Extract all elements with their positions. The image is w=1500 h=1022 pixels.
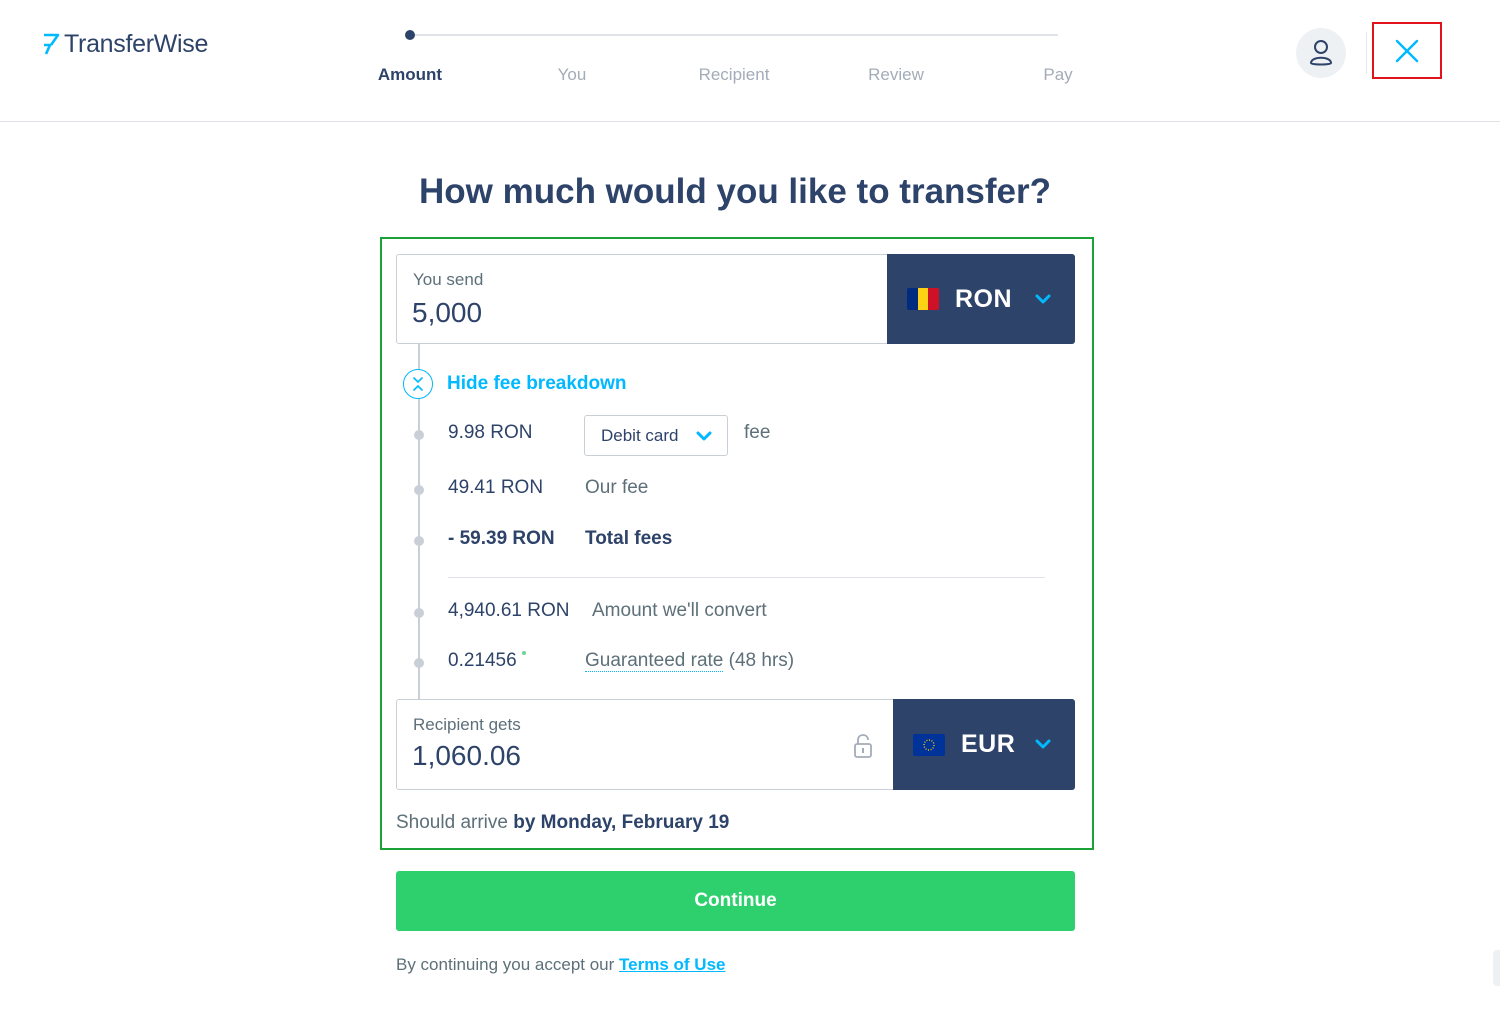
send-currency-code: RON xyxy=(955,284,1013,313)
transferwise-flag-icon xyxy=(44,33,60,55)
step-pay: Pay xyxy=(1043,65,1073,84)
payment-method-select[interactable]: Debit card xyxy=(584,415,728,456)
payment-fee-label: fee xyxy=(744,422,771,443)
profile-button[interactable] xyxy=(1296,28,1346,78)
user-icon xyxy=(1309,40,1333,66)
terms-notice: By continuing you accept our Terms of Us… xyxy=(396,955,725,975)
progress-track xyxy=(410,34,1058,36)
hide-fee-label: Hide fee breakdown xyxy=(447,373,627,394)
collapse-icon xyxy=(403,369,433,399)
terms-prefix: By continuing you accept our xyxy=(396,955,620,974)
guaranteed-rate-duration: (48 hrs) xyxy=(723,650,795,671)
progress-current-dot xyxy=(405,30,415,40)
continue-button[interactable]: Continue xyxy=(396,871,1075,931)
our-fee-label: Our fee xyxy=(585,477,649,498)
convert-amount: 4,940.61 RON xyxy=(448,600,570,621)
arrival-estimate: Should arrive by Monday, February 19 xyxy=(396,812,729,834)
timeline-dot xyxy=(414,485,424,495)
eu-flag-icon xyxy=(913,733,945,756)
exchange-rate: 0.21456 xyxy=(448,650,517,671)
timeline-dot xyxy=(414,608,424,618)
rate-live-indicator xyxy=(522,651,526,655)
page-title: How much would you like to transfer? xyxy=(419,172,1051,211)
receive-currency-select[interactable]: EUR xyxy=(893,699,1075,790)
send-amount-input[interactable]: 5,000 xyxy=(412,297,482,329)
step-recipient: Recipient xyxy=(698,65,770,84)
chevron-down-icon xyxy=(1035,294,1051,304)
send-currency-select[interactable]: RON xyxy=(887,254,1075,344)
chevron-down-icon xyxy=(696,431,712,441)
guaranteed-rate-text: Guaranteed rate (48 hrs) xyxy=(585,650,794,672)
our-fee-amount: 49.41 RON xyxy=(448,477,544,498)
send-label: You send xyxy=(413,270,484,289)
close-icon xyxy=(1395,39,1419,62)
receive-amount-box[interactable]: Recipient gets 1,060.06 EUR xyxy=(396,699,1075,790)
arrival-prefix: Should arrive xyxy=(396,812,514,833)
brand-name: TransferWise xyxy=(64,30,209,58)
close-button[interactable] xyxy=(1372,22,1442,79)
total-fees-label: Total fees xyxy=(585,528,673,549)
fee-separator xyxy=(448,577,1045,578)
transferwise-logo[interactable]: TransferWise xyxy=(42,30,208,59)
header-divider xyxy=(1366,32,1367,74)
guaranteed-rate-link[interactable]: Guaranteed rate xyxy=(585,650,724,672)
timeline-dot xyxy=(414,658,424,668)
chevron-down-icon xyxy=(1035,739,1051,749)
romania-flag-icon xyxy=(907,288,939,310)
lock-icon[interactable] xyxy=(853,733,873,759)
step-you: You xyxy=(557,65,587,84)
header: TransferWise Amount You Recipient Review… xyxy=(0,0,1500,122)
payment-fee-amount: 9.98 RON xyxy=(448,422,533,443)
scrollbar[interactable] xyxy=(1493,950,1500,986)
send-amount-box[interactable]: You send 5,000 RON xyxy=(396,254,1075,344)
receive-label: Recipient gets xyxy=(413,715,521,734)
receive-amount-input[interactable]: 1,060.06 xyxy=(412,740,521,772)
payment-method-value: Debit card xyxy=(601,425,679,445)
convert-label: Amount we'll convert xyxy=(592,600,767,621)
timeline-dot xyxy=(414,536,424,546)
hide-fee-breakdown-toggle[interactable]: Hide fee breakdown xyxy=(403,369,627,399)
step-amount: Amount xyxy=(377,65,443,84)
receive-currency-code: EUR xyxy=(961,730,1016,758)
step-review: Review xyxy=(868,65,924,84)
arrival-date: by Monday, February 19 xyxy=(513,812,730,833)
total-fees-amount: - 59.39 RON xyxy=(448,528,555,549)
terms-of-use-link[interactable]: Terms of Use xyxy=(619,955,725,974)
timeline-dot xyxy=(414,430,424,440)
